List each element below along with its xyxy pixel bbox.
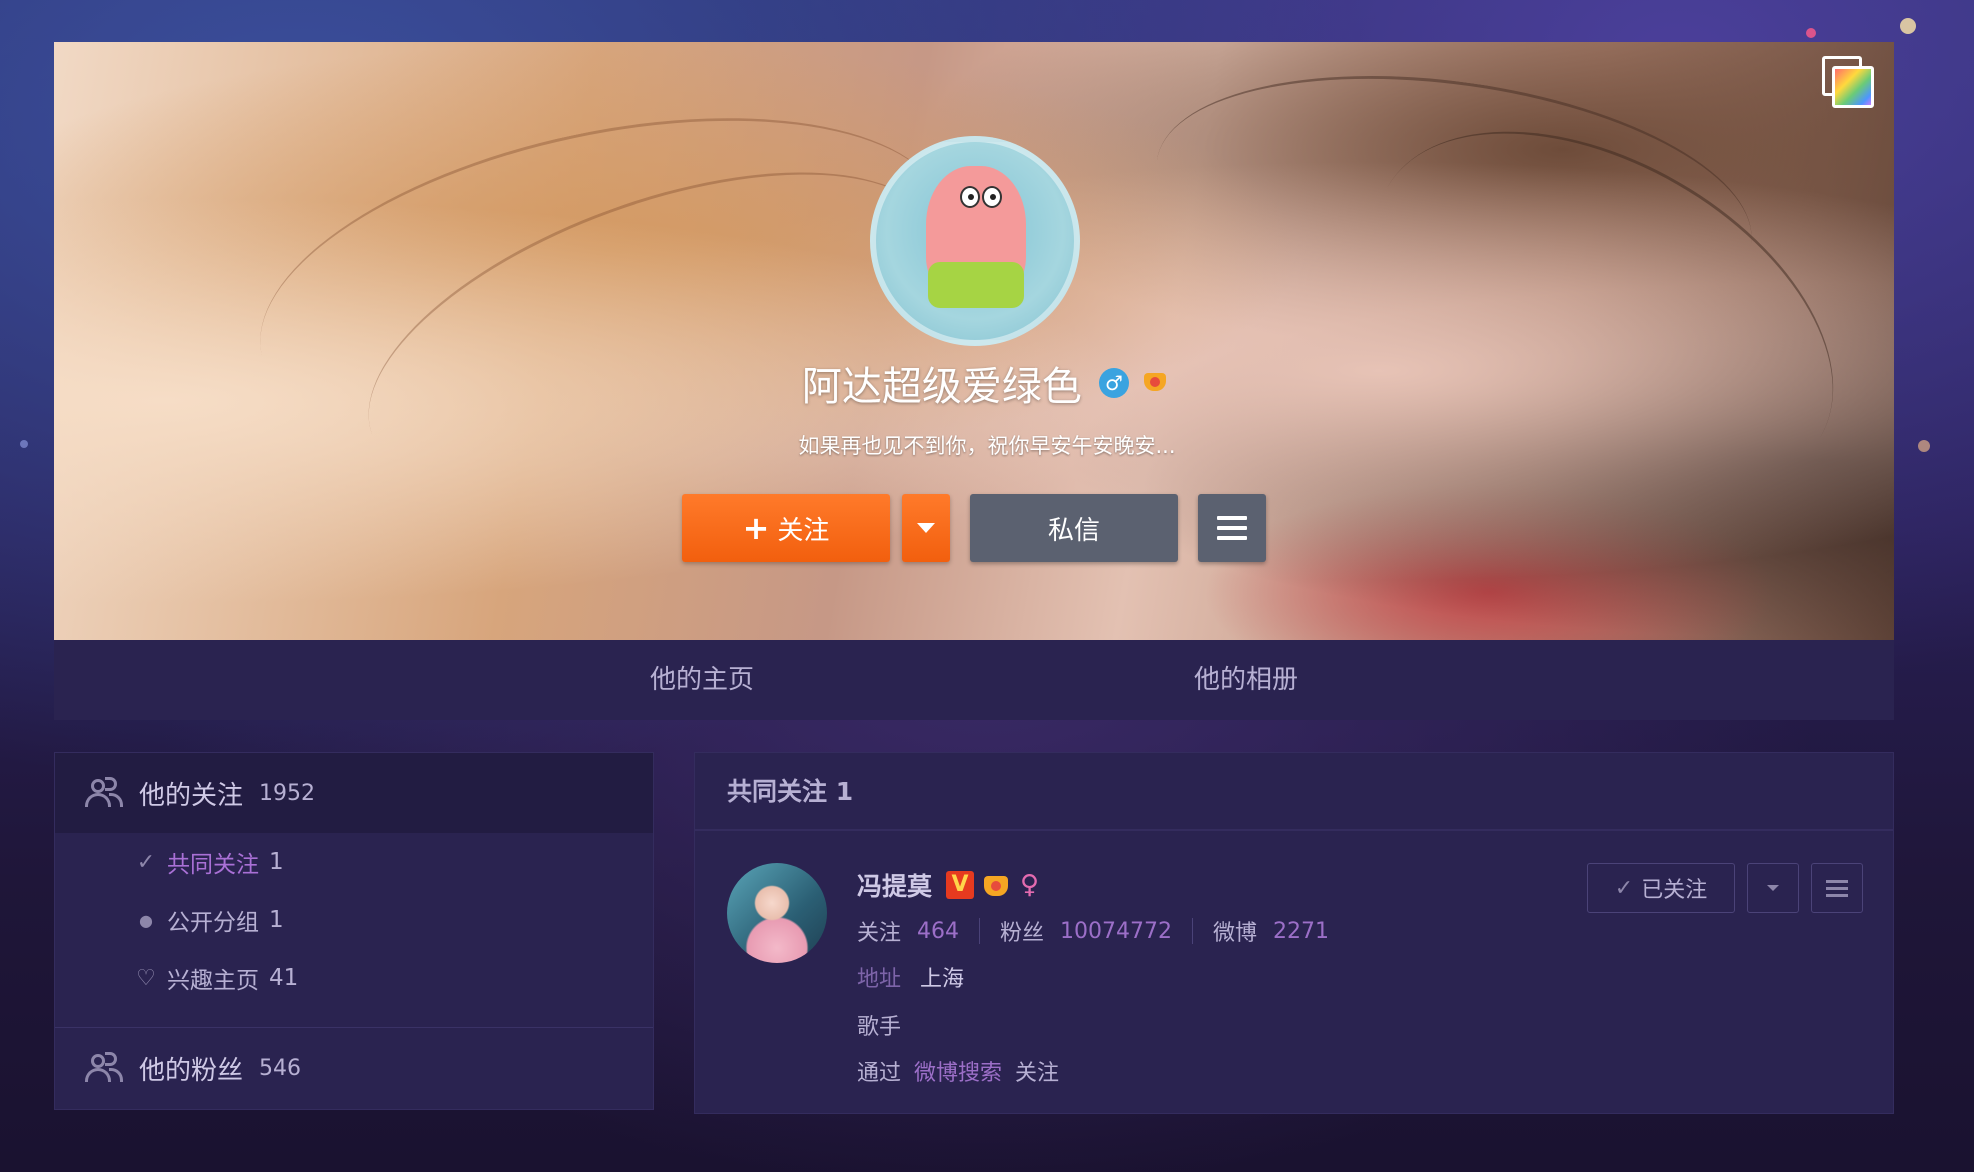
fans-title: 他的粉丝 bbox=[139, 1055, 244, 1086]
sidebar-item-count: 1 bbox=[269, 907, 284, 933]
follow-source: 通过 微博搜索 关注 bbox=[857, 1055, 1059, 1087]
user-name-row: 冯提莫 V ♀ bbox=[857, 867, 1039, 903]
following-count: 1952 bbox=[259, 780, 316, 806]
check-icon: ✓ bbox=[1614, 875, 1634, 901]
followed-button-label: 已关注 bbox=[1641, 878, 1708, 903]
follow-dropdown-button[interactable] bbox=[902, 494, 950, 562]
background-sparkle bbox=[1806, 28, 1816, 38]
user-following-count[interactable]: 464 bbox=[917, 919, 959, 944]
sidebar-item-count: 1 bbox=[269, 849, 284, 875]
heart-icon: ♡ bbox=[136, 965, 156, 991]
via-link[interactable]: 微博搜索 bbox=[914, 1061, 1002, 1086]
following-title: 他的关注 bbox=[139, 780, 244, 811]
user-stats: 关注 464 粉丝 10074772 微博 2271 bbox=[857, 915, 1329, 947]
follow-button-label: 关注 bbox=[777, 515, 830, 546]
via-prefix: 通过 bbox=[857, 1061, 902, 1086]
more-menu-button[interactable] bbox=[1198, 494, 1266, 562]
menu-icon bbox=[1826, 879, 1848, 897]
user-avatar[interactable] bbox=[727, 863, 827, 963]
sidebar-item-label: 兴趣主页 bbox=[167, 968, 259, 994]
follow-button[interactable]: + 关注 bbox=[682, 494, 890, 562]
tab-album[interactable]: 他的相册 bbox=[974, 640, 1894, 720]
user-weibo-label: 微博 bbox=[1213, 921, 1258, 946]
via-suffix: 关注 bbox=[1015, 1061, 1060, 1086]
address-label: 地址 bbox=[857, 967, 902, 992]
panel-title: 共同关注 1 bbox=[695, 753, 1893, 831]
gallery-switch-icon[interactable] bbox=[1822, 56, 1874, 108]
profile-name: 阿达超级爱绿色 bbox=[801, 364, 1082, 410]
sidebar-fans-header[interactable]: 他的粉丝 546 bbox=[55, 1028, 653, 1108]
profile-avatar[interactable] bbox=[870, 136, 1080, 346]
sidebar-item-mutual[interactable]: ✓ 共同关注 1 bbox=[55, 833, 653, 891]
vip-crown-icon[interactable] bbox=[1142, 369, 1172, 397]
background-sparkle bbox=[1900, 18, 1916, 34]
chevron-down-icon bbox=[1767, 885, 1779, 891]
sidebar-item-label: 公开分组 bbox=[167, 910, 259, 936]
user-card-actions: ✓ 已关注 bbox=[1587, 863, 1863, 913]
profile-actions: + 关注 私信 bbox=[682, 494, 1266, 562]
sidebar-item-interest-pages[interactable]: ♡ 兴趣主页 41 bbox=[55, 949, 653, 1007]
stats-divider bbox=[1192, 918, 1194, 944]
followed-dropdown-button[interactable] bbox=[1747, 863, 1799, 913]
plus-icon: + bbox=[742, 509, 770, 547]
user-more-button[interactable] bbox=[1811, 863, 1863, 913]
user-weibo-count[interactable]: 2271 bbox=[1273, 919, 1329, 944]
sidebar-item-count: 41 bbox=[269, 965, 299, 991]
message-button-label: 私信 bbox=[1047, 515, 1100, 546]
stats-divider bbox=[979, 918, 981, 944]
profile-bio: 如果再也见不到你，祝你早安午安晚安... bbox=[798, 434, 1176, 458]
fans-count: 546 bbox=[259, 1055, 302, 1081]
male-icon: ♂ bbox=[1099, 368, 1129, 398]
female-icon: ♀ bbox=[1020, 870, 1040, 900]
user-following-label: 关注 bbox=[857, 921, 902, 946]
address-value: 上海 bbox=[920, 967, 965, 992]
check-icon: ✓ bbox=[136, 849, 156, 875]
user-address: 地址 上海 bbox=[857, 961, 964, 993]
user-name[interactable]: 冯提莫 bbox=[857, 867, 932, 903]
user-card: 冯提莫 V ♀ 关注 464 粉丝 10074772 微博 2271 地址 上海… bbox=[695, 831, 1893, 1113]
profile-tabbar: 他的主页 他的相册 bbox=[54, 640, 1894, 720]
sidebar-following-header[interactable]: 他的关注 1952 bbox=[55, 753, 653, 833]
mutual-follow-panel: 共同关注 1 冯提莫 V ♀ 关注 464 粉丝 10074772 微博 227… bbox=[694, 752, 1894, 1114]
followed-button[interactable]: ✓ 已关注 bbox=[1587, 863, 1735, 913]
people-icon bbox=[85, 777, 123, 809]
user-fans-label: 粉丝 bbox=[1000, 921, 1045, 946]
vip-crown-icon[interactable] bbox=[982, 872, 1012, 898]
message-button[interactable]: 私信 bbox=[970, 494, 1178, 562]
tab-homepage[interactable]: 他的主页 bbox=[54, 640, 974, 720]
user-fans-count[interactable]: 10074772 bbox=[1060, 919, 1172, 944]
sidebar-item-label: 共同关注 bbox=[167, 852, 259, 878]
profile-name-row: 阿达超级爱绿色 ♂ bbox=[0, 354, 1974, 412]
verified-v-icon[interactable]: V bbox=[946, 871, 975, 899]
people-icon bbox=[85, 1052, 123, 1084]
user-description: 歌手 bbox=[857, 1015, 902, 1040]
sidebar-item-public-group[interactable]: ● 公开分组 1 bbox=[55, 891, 653, 949]
dot-icon: ● bbox=[139, 910, 153, 930]
relations-sidebar: 他的关注 1952 ✓ 共同关注 1 ● 公开分组 1 ♡ 兴趣主页 41 他的… bbox=[54, 752, 654, 1110]
